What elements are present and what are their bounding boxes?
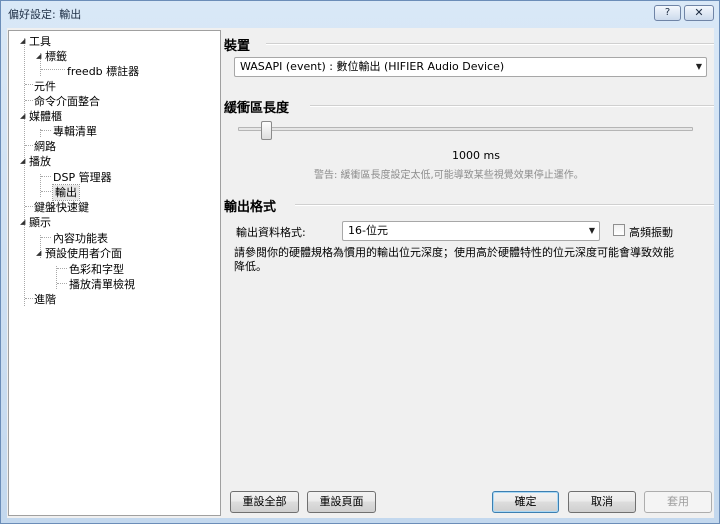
tree-item-label: 播放清單檢視 [69, 278, 135, 291]
tree-item-label: freedb 標註器 [67, 65, 140, 78]
output-format-section-header: 輸出格式 [224, 200, 277, 215]
tree-item-shell-integration[interactable]: 命令介面整合 [34, 94, 100, 109]
section-divider [310, 105, 714, 107]
close-button[interactable]: ✕ [684, 5, 714, 21]
expand-arrow-icon[interactable]: ◢ [20, 154, 29, 169]
tree-item-label: 預設使用者介面 [45, 247, 122, 260]
tree-connector [56, 266, 57, 289]
tree-item-tagging[interactable]: ◢ 標籤 [36, 49, 67, 64]
output-device-dropdown[interactable]: WASAPI (event) : 數位輸出 (HIFIER Audio Devi… [234, 57, 707, 77]
tree-item-label: 專輯清單 [53, 125, 97, 138]
tree-item-display[interactable]: ◢ 顯示 [20, 215, 51, 230]
tree-item-networking[interactable]: 網路 [34, 139, 56, 154]
tree-item-label: 標籤 [45, 50, 67, 63]
tree-item-label: 進階 [34, 293, 56, 306]
cancel-button[interactable]: 取消 [568, 491, 636, 513]
tree-item-playlist-view[interactable]: 播放清單檢視 [69, 277, 135, 292]
buffer-length-slider-track[interactable] [238, 127, 693, 131]
tree-item-output[interactable]: 輸出 [52, 184, 80, 201]
output-format-note-line2: 降低。 [234, 260, 267, 273]
expand-arrow-icon[interactable]: ◢ [36, 49, 45, 64]
reset-all-button[interactable]: 重設全部 [230, 491, 299, 513]
tree-connector [25, 100, 33, 101]
tree-item-label: 內容功能表 [53, 232, 108, 245]
tree-item-advanced[interactable]: 進階 [34, 292, 56, 307]
reset-page-button[interactable]: 重設頁面 [307, 491, 376, 513]
output-device-value: WASAPI (event) : 數位輸出 (HIFIER Audio Devi… [240, 60, 505, 73]
output-format-value: 16-位元 [348, 224, 388, 237]
buffer-length-slider-thumb[interactable] [260, 121, 272, 140]
tree-item-label: 鍵盤快速鍵 [34, 201, 89, 214]
tree-connector [41, 69, 65, 70]
tree-connector [41, 176, 51, 177]
tree-connector [41, 191, 51, 192]
buffer-section-header: 緩衝區長度 [224, 101, 290, 116]
tree-item-media-library[interactable]: ◢ 媒體櫃 [20, 109, 62, 124]
tree-item-default-ui[interactable]: ◢ 預設使用者介面 [36, 246, 122, 261]
tree-item-dsp-manager[interactable]: DSP 管理器 [53, 170, 112, 185]
tree-connector [25, 298, 33, 299]
tree-item-tools[interactable]: ◢ 工具 [20, 34, 51, 49]
dither-checkbox[interactable] [613, 224, 625, 236]
tree-connector [41, 130, 51, 131]
ok-button[interactable]: 確定 [492, 491, 559, 513]
expand-arrow-icon[interactable]: ◢ [20, 109, 29, 124]
output-format-note-line1: 請參閱你的硬體規格為慣用的輸出位元深度；使用高於硬體特性的位元深度可能會導致效能 [234, 246, 674, 259]
tree-item-label: 命令介面整合 [34, 95, 100, 108]
tree-connector [25, 84, 33, 85]
tree-connector [24, 38, 25, 306]
chevron-down-icon: ▼ [695, 62, 702, 71]
device-section-header: 裝置 [224, 39, 251, 54]
output-format-label: 輸出資料格式: [236, 226, 306, 239]
expand-arrow-icon[interactable]: ◢ [20, 215, 29, 230]
tree-item-context-menu[interactable]: 內容功能表 [53, 231, 108, 246]
expand-arrow-icon[interactable]: ◢ [36, 246, 45, 261]
apply-button[interactable]: 套用 [644, 491, 712, 513]
tree-item-colors-and-fonts[interactable]: 色彩和字型 [69, 262, 124, 277]
tree-item-album-list[interactable]: 專輯清單 [53, 124, 97, 139]
tree-connector [57, 268, 67, 269]
tree-connector [25, 206, 33, 207]
tree-item-label: 色彩和字型 [69, 263, 124, 276]
preferences-window: 偏好設定: 輸出 ? ✕ ◢ 工具 ◢ 標籤 freedb 標註器 元件 命令介… [0, 0, 720, 524]
tree-item-playback[interactable]: ◢ 播放 [20, 154, 51, 169]
tree-item-freedb-tagger[interactable]: freedb 標註器 [67, 64, 139, 79]
buffer-length-value: 1000 ms [452, 149, 500, 162]
section-divider [295, 204, 714, 206]
tree-item-label: 工具 [29, 35, 51, 48]
tree-item-label: DSP 管理器 [53, 171, 112, 184]
tree-item-components[interactable]: 元件 [34, 79, 56, 94]
tree-connector [57, 283, 67, 284]
tree-item-label: 網路 [34, 140, 56, 153]
title-bar[interactable]: 偏好設定: 輸出 ? ✕ [1, 1, 719, 25]
tree-item-keyboard-shortcuts[interactable]: 鍵盤快速鍵 [34, 200, 89, 215]
expand-arrow-icon[interactable]: ◢ [20, 34, 29, 49]
tree-item-label: 元件 [34, 80, 56, 93]
tree-connector [25, 145, 33, 146]
section-divider [266, 43, 714, 45]
output-format-dropdown[interactable]: 16-位元 ▼ [342, 221, 600, 241]
tree-item-label: 輸出 [55, 186, 77, 199]
buffer-warning-text: 警告: 緩衝區長度設定太低,可能導致某些視覺效果停止運作。 [314, 170, 584, 181]
tree-connector [40, 174, 41, 197]
preferences-tree[interactable]: ◢ 工具 ◢ 標籤 freedb 標註器 元件 命令介面整合 ◢ 媒體櫃 專輯清單 網… [8, 30, 221, 516]
tree-connector [41, 237, 51, 238]
dialog-client-area: ◢ 工具 ◢ 標籤 freedb 標註器 元件 命令介面整合 ◢ 媒體櫃 專輯清單 網… [7, 28, 714, 518]
tree-item-label: 媒體櫃 [29, 110, 62, 123]
window-title: 偏好設定: 輸出 [8, 8, 82, 21]
chevron-down-icon: ▼ [588, 226, 595, 235]
dither-label[interactable]: 高頻振動 [629, 224, 673, 240]
tree-item-label: 播放 [29, 155, 51, 168]
help-button[interactable]: ? [654, 5, 681, 21]
tree-item-label: 顯示 [29, 216, 51, 229]
